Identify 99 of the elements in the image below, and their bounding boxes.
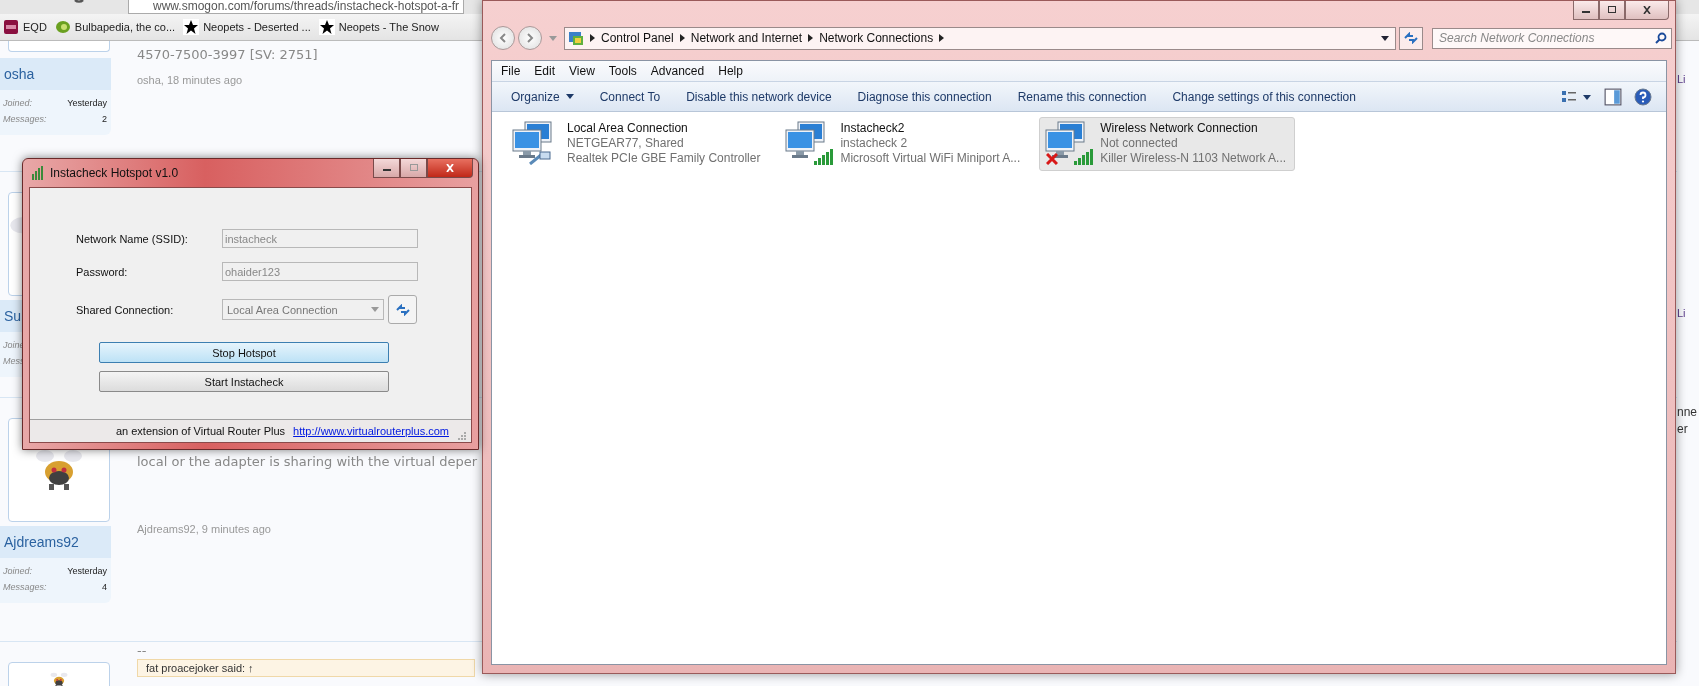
refresh-button[interactable] bbox=[1399, 26, 1423, 50]
connection-item[interactable]: Wireless Network Connection Not connected Killer Wireless-N 1103 Network A... bbox=[1039, 117, 1296, 171]
caret-icon[interactable] bbox=[1381, 35, 1389, 41]
close-button[interactable] bbox=[427, 159, 473, 178]
cable-icon bbox=[529, 151, 551, 165]
stat-label: Joined: bbox=[3, 97, 33, 110]
adapter-name: Killer Wireless-N 1103 Network A... bbox=[1100, 151, 1287, 166]
field-label: Shared Connection: bbox=[76, 303, 175, 316]
footer-text: an extension of Virtual Router Plus bbox=[115, 425, 286, 437]
signal-bars-icon bbox=[1074, 149, 1095, 165]
chevron-icon[interactable] bbox=[679, 34, 685, 42]
adapter-name: Microsoft Virtual WiFi Miniport A... bbox=[840, 151, 1021, 166]
resize-grip-icon[interactable] bbox=[457, 430, 467, 440]
stat-value: 4 bbox=[102, 581, 107, 594]
stat-value: 2 bbox=[102, 113, 107, 126]
breadcrumb-item[interactable]: Network Connections bbox=[819, 31, 934, 45]
chevron-icon[interactable] bbox=[808, 34, 814, 42]
maximize-icon bbox=[1607, 6, 1617, 14]
command-button[interactable]: Change settings of this connection bbox=[1159, 86, 1369, 107]
control-panel-icon bbox=[568, 30, 584, 46]
dialog-button[interactable]: Start Instacheck bbox=[99, 371, 389, 392]
bookmark[interactable]: Neopets - Deserted ... bbox=[183, 19, 311, 35]
cross-icon bbox=[1046, 153, 1059, 165]
signal-bars-icon bbox=[814, 149, 835, 165]
cut-text: nne bbox=[1677, 405, 1699, 419]
star-icon bbox=[318, 19, 335, 35]
address-bar[interactable]: www.smogon.com/forums/threads/instacheck-hotspot-a-fr bbox=[128, 0, 465, 14]
bookmark[interactable]: EQD bbox=[3, 19, 47, 35]
connection-status: NETGEAR77, Shared bbox=[567, 136, 685, 151]
command-button[interactable]: Connect To bbox=[586, 86, 674, 107]
leaf-icon bbox=[54, 19, 71, 35]
stat-label: Joined: bbox=[3, 565, 33, 578]
cut-text: Li bbox=[1677, 73, 1687, 85]
website-link[interactable]: http://www.virtualrouterplus.com bbox=[293, 425, 449, 437]
menu-item[interactable]: View bbox=[562, 64, 602, 78]
maximize-button[interactable] bbox=[400, 159, 427, 178]
help-icon bbox=[1634, 87, 1652, 106]
stat-label: Messages: bbox=[3, 113, 47, 126]
command-button[interactable]: Rename this connection bbox=[1004, 86, 1160, 107]
post-text: local or the adapter is sharing with the virtual deper bbox=[137, 454, 479, 469]
breadcrumb-item[interactable]: Network and Internet bbox=[690, 31, 803, 45]
post-text: -- bbox=[137, 644, 148, 658]
chevron-icon[interactable] bbox=[939, 34, 945, 42]
connection-status: Not connected bbox=[1100, 136, 1179, 151]
connection-name: Wireless Network Connection bbox=[1100, 121, 1259, 136]
dialog-button[interactable]: Stop Hotspot bbox=[99, 342, 389, 363]
username[interactable]: osha bbox=[0, 58, 111, 90]
minimize-button[interactable] bbox=[373, 159, 400, 178]
bookmark[interactable]: Neopets - The Snow bbox=[318, 19, 439, 35]
post-meta: osha, 18 minutes ago bbox=[137, 74, 244, 86]
refresh-button[interactable] bbox=[388, 295, 417, 324]
close-button[interactable] bbox=[1625, 1, 1669, 20]
site-icon bbox=[3, 19, 19, 35]
minimize-button[interactable] bbox=[1573, 1, 1599, 20]
command-button[interactable]: Organize bbox=[498, 86, 587, 107]
quote-header: fat proacejoker said: ↑ bbox=[137, 659, 475, 677]
field-label: Network Name (SSID): bbox=[76, 232, 189, 245]
maximize-button[interactable] bbox=[1599, 1, 1625, 20]
breadcrumb-item[interactable]: Control Panel bbox=[601, 31, 674, 45]
command-button[interactable]: Diagnose this connection bbox=[844, 86, 1005, 107]
star-icon bbox=[183, 19, 200, 35]
command-button[interactable]: Disable this network device bbox=[673, 86, 845, 107]
computers-icon bbox=[511, 121, 555, 159]
cut-text: Li bbox=[1677, 307, 1687, 319]
stat-label: Messages: bbox=[3, 581, 47, 594]
stat-value: Yesterday bbox=[67, 97, 107, 110]
connection-name: Local Area Connection bbox=[567, 121, 689, 136]
back-button[interactable] bbox=[491, 26, 515, 50]
menu-item[interactable]: Help bbox=[711, 64, 750, 78]
forward-button[interactable] bbox=[518, 26, 542, 50]
post-meta: Ajdreams92, 9 minutes ago bbox=[137, 523, 272, 535]
menu-item[interactable]: Tools bbox=[601, 64, 644, 78]
chevron-icon[interactable] bbox=[590, 34, 595, 42]
signal-bars-icon bbox=[31, 166, 45, 180]
list-view-icon bbox=[1562, 89, 1592, 104]
close-icon bbox=[1642, 6, 1652, 14]
connection-name: Instacheck2 bbox=[840, 121, 906, 136]
caret-icon bbox=[371, 307, 379, 312]
connection-item[interactable]: Local Area Connection NETGEAR77, Shared Realtek PCIe GBE Family Controller bbox=[506, 117, 770, 171]
connection-item[interactable]: Instacheck2 instacheck 2 Microsoft Virtual WiFi Miniport A... bbox=[779, 117, 1030, 171]
maximize-icon bbox=[408, 164, 419, 172]
refresh-icon bbox=[394, 303, 411, 316]
field-label: Password: bbox=[76, 265, 129, 278]
post-text: 4570-7500-3997 [SV: 2751] bbox=[137, 47, 319, 62]
menu-item[interactable]: Advanced bbox=[643, 64, 712, 78]
adapter-name: Realtek PCIe GBE Family Controller bbox=[567, 151, 761, 166]
stat-value: Yesterday bbox=[67, 565, 107, 578]
bookmark[interactable]: Bulbapedia, the co... bbox=[54, 19, 176, 35]
search-field[interactable]: Search Network Connections bbox=[1432, 27, 1672, 49]
menu-item[interactable]: File bbox=[494, 64, 528, 78]
cut-text: er bbox=[1677, 422, 1689, 436]
connection-status: instacheck 2 bbox=[840, 136, 909, 151]
refresh-icon bbox=[1403, 32, 1419, 44]
window-title: Instacheck Hotspot v1.0 bbox=[50, 166, 179, 180]
username[interactable]: Ajdreams92 bbox=[0, 526, 111, 558]
preview-pane-icon bbox=[1604, 87, 1622, 106]
caret-icon bbox=[565, 94, 574, 99]
menu-item[interactable]: Edit bbox=[527, 64, 563, 78]
close-icon bbox=[445, 164, 455, 172]
